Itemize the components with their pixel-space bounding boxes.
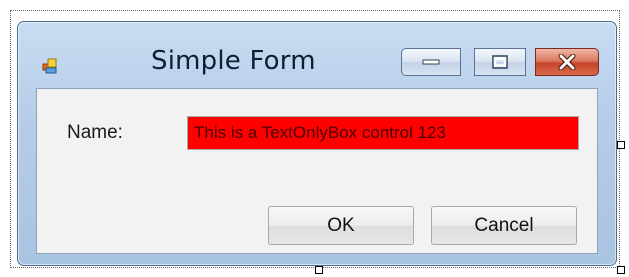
resize-handle-right[interactable]	[617, 141, 625, 149]
maximize-button[interactable]	[474, 48, 526, 76]
designer-surface: Simple Form Name: This is a TextOnlyBox …	[0, 0, 629, 277]
window-title: Simple Form	[151, 46, 316, 76]
resize-handle-bottom-right[interactable]	[617, 266, 625, 274]
form-window: Simple Form Name: This is a TextOnlyBox …	[17, 21, 617, 266]
close-button[interactable]	[535, 48, 599, 76]
cancel-button[interactable]: Cancel	[431, 206, 577, 245]
maximize-icon	[492, 55, 508, 69]
minimize-icon	[422, 59, 440, 65]
resize-handle-bottom[interactable]	[315, 266, 323, 274]
ok-button[interactable]: OK	[268, 206, 414, 245]
title-bar[interactable]: Simple Form	[18, 22, 616, 88]
minimize-button[interactable]	[401, 48, 461, 76]
name-label: Name:	[67, 122, 123, 143]
name-textbox[interactable]: This is a TextOnlyBox control 123	[187, 116, 579, 150]
form-client-area: Name: This is a TextOnlyBox control 123 …	[36, 88, 598, 254]
application-icon	[42, 58, 57, 74]
close-icon	[558, 54, 576, 70]
